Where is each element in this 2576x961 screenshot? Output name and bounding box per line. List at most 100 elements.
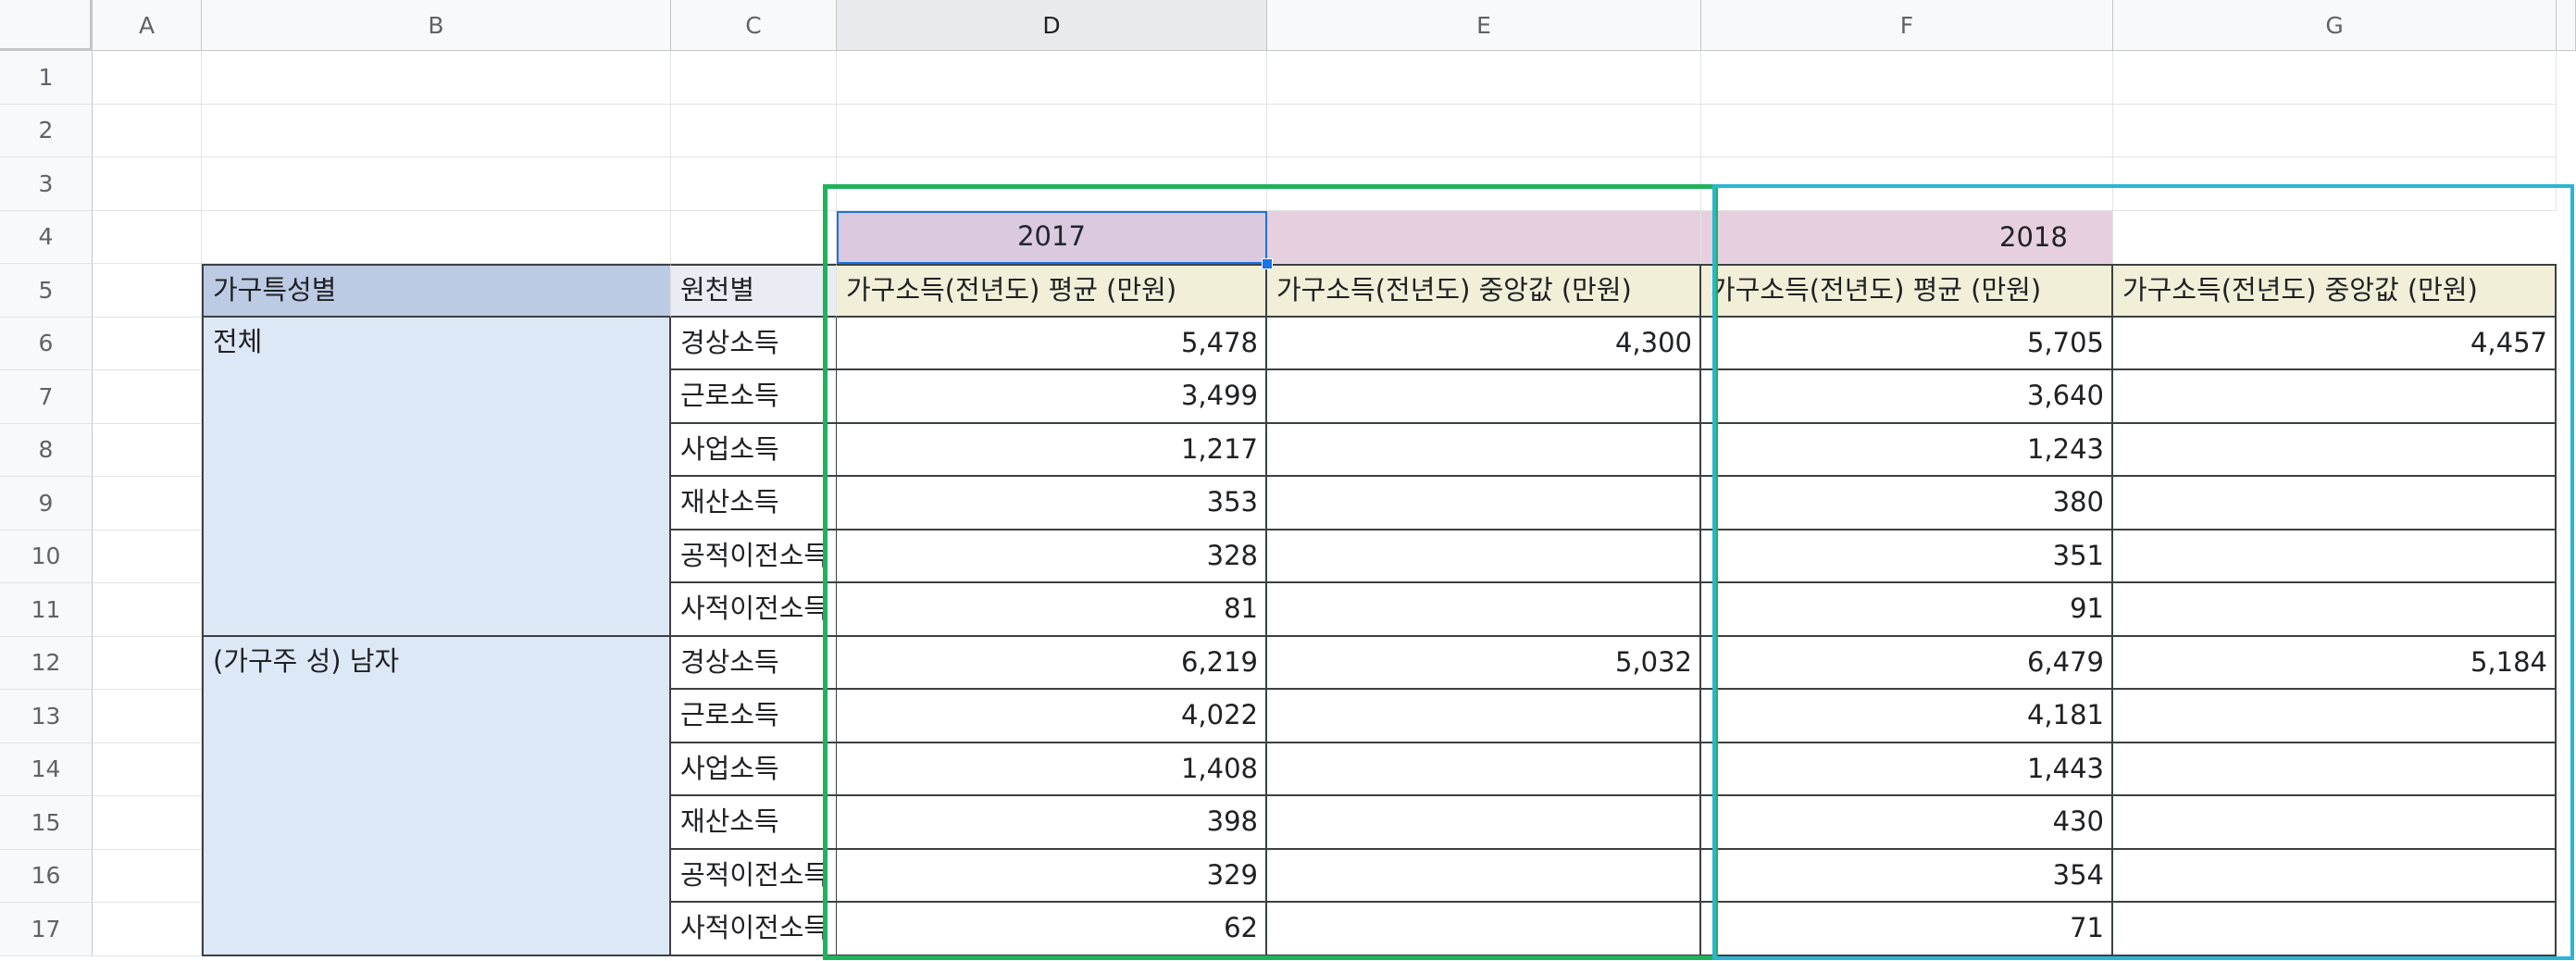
source-cell[interactable]: 재산소득 [671, 477, 837, 530]
value-cell-f9[interactable]: 380 [1701, 477, 2113, 530]
value-cell-e15[interactable] [1267, 796, 1701, 850]
value-cell-e12[interactable]: 5,032 [1267, 636, 1701, 690]
source-cell[interactable]: 사업소득 [671, 743, 837, 796]
source-cell[interactable]: 경상소득 [671, 636, 837, 690]
year-header-2017-span[interactable] [1267, 210, 1701, 264]
header-2018-mean[interactable]: 가구소득(전년도) 평균 (만원) [1701, 264, 2113, 318]
row-header-8[interactable]: 8 [0, 423, 93, 477]
source-cell[interactable]: 사적이전소득 [671, 903, 837, 956]
cell-c4[interactable] [671, 210, 837, 264]
value-cell-d11[interactable]: 81 [837, 583, 1267, 637]
cell-a13[interactable] [93, 690, 202, 743]
value-cell-d14[interactable]: 1,408 [837, 743, 1267, 796]
value-cell-e8[interactable] [1267, 423, 1701, 477]
value-cell-f10[interactable]: 351 [1701, 530, 2113, 583]
header-group[interactable]: 가구특성별 [202, 264, 671, 318]
cell-a2[interactable] [93, 104, 202, 157]
value-cell-d15[interactable]: 398 [837, 796, 1267, 850]
value-cell-d16[interactable]: 329 [837, 849, 1267, 903]
row-header-6[interactable]: 6 [0, 317, 93, 370]
value-cell-e9[interactable] [1267, 477, 1701, 530]
fill-handle[interactable] [1262, 258, 1273, 269]
row-header-7[interactable]: 7 [0, 370, 93, 424]
row-header-2[interactable]: 2 [0, 104, 93, 157]
select-all-corner[interactable] [0, 0, 93, 51]
cell-a8[interactable] [93, 423, 202, 477]
row-header-17[interactable]: 17 [0, 903, 93, 956]
year-header-2017[interactable]: 2017 [837, 210, 1267, 264]
value-cell-g15[interactable] [2113, 796, 2557, 850]
cell-e2[interactable] [1267, 104, 1701, 157]
row-header-3[interactable]: 3 [0, 157, 93, 211]
value-cell-e10[interactable] [1267, 530, 1701, 583]
value-cell-g14[interactable] [2113, 743, 2557, 796]
header-2017-median[interactable]: 가구소득(전년도) 중앙값 (만원) [1267, 264, 1701, 318]
cell-e3[interactable] [1267, 157, 1701, 211]
source-cell[interactable]: 사적이전소득 [671, 583, 837, 637]
cell-a16[interactable] [93, 849, 202, 903]
cell-g2[interactable] [2113, 104, 2557, 157]
value-cell-g8[interactable] [2113, 423, 2557, 477]
value-cell-f13[interactable]: 4,181 [1701, 690, 2113, 743]
column-header-c[interactable]: C [671, 0, 837, 51]
value-cell-g16[interactable] [2113, 849, 2557, 903]
column-header-f[interactable]: F [1701, 0, 2113, 51]
cell-g3[interactable] [2113, 157, 2557, 211]
cell-b1[interactable] [202, 51, 671, 105]
column-header-g[interactable]: G [2113, 0, 2557, 51]
group-label[interactable]: 전체 [202, 317, 671, 637]
cell-a14[interactable] [93, 743, 202, 796]
cell-a10[interactable] [93, 530, 202, 583]
header-2017-mean[interactable]: 가구소득(전년도) 평균 (만원) [837, 264, 1267, 318]
row-header-11[interactable]: 11 [0, 583, 93, 637]
value-cell-g10[interactable] [2113, 530, 2557, 583]
cell-f1[interactable] [1701, 51, 2113, 105]
value-cell-g17[interactable] [2113, 903, 2557, 956]
value-cell-g12[interactable]: 5,184 [2113, 636, 2557, 690]
value-cell-f15[interactable]: 430 [1701, 796, 2113, 850]
row-header-10[interactable]: 10 [0, 530, 93, 583]
value-cell-f8[interactable]: 1,243 [1701, 423, 2113, 477]
cell-c3[interactable] [671, 157, 837, 211]
value-cell-e11[interactable] [1267, 583, 1701, 637]
cell-a1[interactable] [93, 51, 202, 105]
cell-a6[interactable] [93, 317, 202, 370]
cell-c2[interactable] [671, 104, 837, 157]
value-cell-e14[interactable] [1267, 743, 1701, 796]
value-cell-d6[interactable]: 5,478 [837, 317, 1267, 370]
source-cell[interactable]: 근로소득 [671, 370, 837, 424]
row-header-16[interactable]: 16 [0, 849, 93, 903]
row-header-5[interactable]: 5 [0, 264, 93, 318]
cell-f3[interactable] [1701, 157, 2113, 211]
row-header-14[interactable]: 14 [0, 743, 93, 796]
source-cell[interactable]: 공적이전소득 [671, 530, 837, 583]
source-cell[interactable]: 공적이전소득 [671, 849, 837, 903]
cell-f2[interactable] [1701, 104, 2113, 157]
value-cell-g6[interactable]: 4,457 [2113, 317, 2557, 370]
cell-d3[interactable] [837, 157, 1267, 211]
value-cell-d7[interactable]: 3,499 [837, 370, 1267, 424]
row-header-1[interactable]: 1 [0, 51, 93, 105]
cell-b2[interactable] [202, 104, 671, 157]
value-cell-f17[interactable]: 71 [1701, 903, 2113, 956]
value-cell-g7[interactable] [2113, 370, 2557, 424]
value-cell-d9[interactable]: 353 [837, 477, 1267, 530]
cell-a15[interactable] [93, 796, 202, 850]
cell-c1[interactable] [671, 51, 837, 105]
value-cell-d12[interactable]: 6,219 [837, 636, 1267, 690]
cell-b4[interactable] [202, 210, 671, 264]
value-cell-g9[interactable] [2113, 477, 2557, 530]
cell-d2[interactable] [837, 104, 1267, 157]
header-source[interactable]: 원천별 [671, 264, 837, 318]
value-cell-d8[interactable]: 1,217 [837, 423, 1267, 477]
column-header-a[interactable]: A [93, 0, 202, 51]
value-cell-g11[interactable] [2113, 583, 2557, 637]
value-cell-d10[interactable]: 328 [837, 530, 1267, 583]
row-header-4[interactable]: 4 [0, 210, 93, 264]
value-cell-f7[interactable]: 3,640 [1701, 370, 2113, 424]
value-cell-e7[interactable] [1267, 370, 1701, 424]
value-cell-e6[interactable]: 4,300 [1267, 317, 1701, 370]
row-header-12[interactable]: 12 [0, 636, 93, 690]
source-cell[interactable]: 사업소득 [671, 423, 837, 477]
row-header-9[interactable]: 9 [0, 477, 93, 530]
